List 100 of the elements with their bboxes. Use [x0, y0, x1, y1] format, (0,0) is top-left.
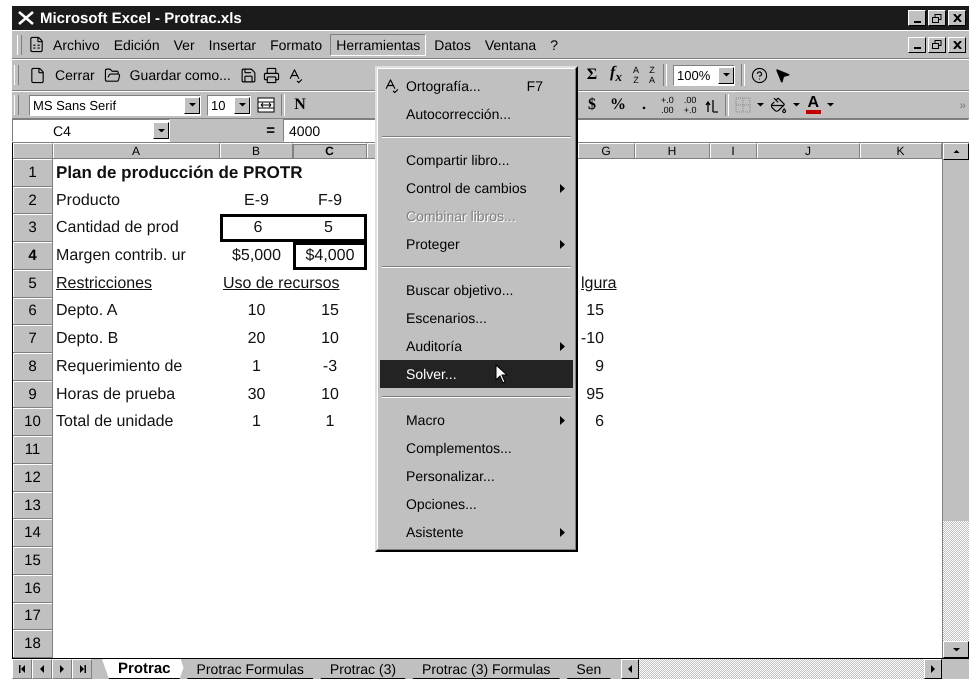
- menu-item[interactable]: Control de cambios: [380, 174, 573, 202]
- dropdown-button[interactable]: [234, 96, 250, 114]
- scroll-right-button[interactable]: [924, 659, 942, 679]
- scroll-up-button[interactable]: [943, 143, 969, 160]
- menu-item[interactable]: Datos: [428, 34, 477, 56]
- sort-ascending-button[interactable]: A Z: [631, 66, 642, 84]
- help-icon[interactable]: [751, 66, 768, 84]
- percent-button[interactable]: %: [607, 96, 629, 114]
- column-header[interactable]: G: [578, 143, 635, 159]
- menu-item[interactable]: Opciones...: [380, 490, 573, 518]
- font-color-button[interactable]: A: [806, 96, 822, 114]
- previous-sheet-button[interactable]: [32, 659, 52, 679]
- next-sheet-button[interactable]: [52, 659, 72, 679]
- menu-item[interactable]: Edición: [108, 34, 166, 56]
- font-combo[interactable]: MS Sans Serif: [29, 94, 201, 116]
- function-button[interactable]: f$_{x}$: [607, 64, 625, 86]
- restore-button[interactable]: [928, 36, 946, 52]
- column-header[interactable]: C: [293, 143, 367, 159]
- menu-item[interactable]: Buscar objetivo...: [380, 276, 573, 304]
- close-button[interactable]: [948, 36, 966, 52]
- print-icon[interactable]: [262, 66, 280, 84]
- autosum-button[interactable]: Σ: [583, 66, 601, 84]
- row-header[interactable]: 3: [13, 214, 53, 242]
- name-box[interactable]: C4: [12, 119, 170, 142]
- last-sheet-button[interactable]: [72, 659, 92, 679]
- menu-item[interactable]: Auditoría: [380, 332, 573, 360]
- menu-item[interactable]: Complementos...: [380, 434, 573, 462]
- folder-icon[interactable]: [104, 66, 121, 84]
- thousands-button[interactable]: .: [635, 96, 653, 114]
- new-document-icon[interactable]: [29, 66, 46, 84]
- menu-item[interactable]: Formato: [264, 34, 328, 56]
- column-header[interactable]: J: [757, 143, 860, 159]
- toolbar-grip[interactable]: [14, 95, 19, 115]
- dropdown-button[interactable]: [153, 122, 169, 139]
- dropdown-button[interactable]: [184, 96, 200, 114]
- indent-icon[interactable]: [704, 97, 719, 113]
- menu-item[interactable]: Solver...: [380, 360, 573, 388]
- menu-item[interactable]: Archivo: [47, 34, 106, 56]
- menu-item[interactable]: Herramientas: [330, 34, 426, 56]
- row-header[interactable]: 10: [13, 408, 53, 436]
- row-header[interactable]: 16: [13, 574, 53, 603]
- column-header[interactable]: K: [860, 143, 942, 159]
- window-title: Microsoft Excel - Protrac.xls: [40, 10, 243, 26]
- column-header[interactable]: H: [635, 143, 710, 159]
- restore-button[interactable]: [928, 10, 946, 26]
- menu-item[interactable]: Macro: [380, 406, 573, 434]
- currency-button[interactable]: $: [583, 96, 601, 114]
- scroll-down-button[interactable]: [943, 641, 969, 658]
- menu-item[interactable]: Escenarios...: [380, 304, 573, 332]
- row-header[interactable]: 4: [13, 242, 53, 270]
- column-header[interactable]: B: [220, 143, 293, 159]
- menu-item[interactable]: Personalizar...: [380, 462, 573, 490]
- fill-color-icon[interactable]: [770, 96, 787, 114]
- select-all-corner[interactable]: [13, 143, 53, 159]
- row-header[interactable]: 14: [13, 519, 53, 548]
- vertical-scrollbar[interactable]: [942, 143, 969, 658]
- row-header[interactable]: 18: [13, 630, 53, 658]
- scroll-left-button[interactable]: [621, 659, 640, 679]
- dropdown-button[interactable]: [718, 66, 734, 84]
- minimize-button[interactable]: [908, 10, 926, 26]
- row-header[interactable]: 9: [13, 380, 53, 408]
- close-document-button[interactable]: Cerrar: [52, 65, 98, 85]
- merge-center-icon[interactable]: [257, 97, 275, 113]
- column-header[interactable]: A: [53, 143, 220, 159]
- menu-item[interactable]: Insertar: [202, 34, 262, 56]
- column-header[interactable]: I: [710, 143, 757, 159]
- row-header[interactable]: 17: [13, 602, 53, 630]
- menu-item[interactable]: ?: [544, 34, 564, 56]
- row-header[interactable]: 8: [13, 353, 53, 381]
- row-header[interactable]: 7: [13, 325, 53, 354]
- bold-button[interactable]: N: [291, 96, 309, 114]
- row-header[interactable]: 15: [13, 547, 53, 575]
- increase-decimal-button[interactable]: +.0 .00: [659, 96, 676, 114]
- row-header[interactable]: 1: [13, 159, 53, 187]
- first-sheet-button[interactable]: [12, 659, 32, 679]
- row-header[interactable]: 5: [13, 270, 53, 298]
- row-header[interactable]: 6: [13, 298, 53, 326]
- menu-item[interactable]: Asistente: [380, 518, 573, 546]
- save-icon[interactable]: [240, 66, 257, 84]
- document-icon[interactable]: [28, 36, 45, 53]
- menu-item[interactable]: Ventana: [478, 34, 542, 56]
- zoom-combo[interactable]: 100%: [673, 64, 736, 86]
- close-button[interactable]: [948, 10, 966, 26]
- toolbar-grip[interactable]: [17, 34, 22, 54]
- decrease-decimal-button[interactable]: .00 +.0: [682, 96, 699, 114]
- row-header[interactable]: 13: [13, 492, 53, 520]
- menu-item[interactable]: Ver: [168, 34, 201, 56]
- submenu-arrow-icon: [560, 240, 565, 248]
- row-header[interactable]: 2: [13, 186, 53, 214]
- minimize-button[interactable]: [908, 36, 926, 52]
- menu-item[interactable]: Ortografía... F7: [380, 72, 573, 100]
- save-as-button[interactable]: Guardar como...: [126, 65, 234, 85]
- row-header[interactable]: 11: [13, 436, 53, 464]
- toolbar-grip[interactable]: [14, 65, 19, 85]
- font-size-combo[interactable]: 10: [207, 94, 251, 116]
- menu-item[interactable]: Proteger: [380, 230, 573, 258]
- menu-item[interactable]: Compartir libro...: [380, 146, 573, 174]
- row-header[interactable]: 12: [13, 464, 53, 492]
- sort-descending-button[interactable]: Z A: [647, 66, 658, 84]
- pointer-icon[interactable]: [774, 66, 792, 84]
